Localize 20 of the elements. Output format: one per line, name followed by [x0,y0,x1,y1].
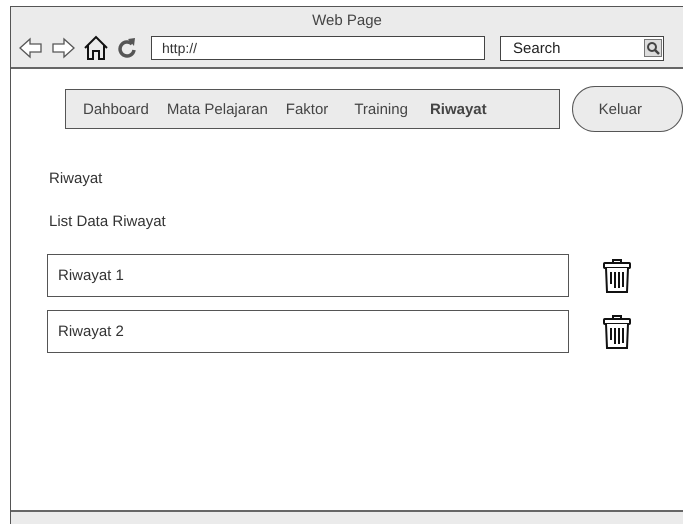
window-title: Web Page [311,11,383,31]
nav-link[interactable]: Riwayat [430,100,487,118]
nav-link[interactable]: Training [354,100,408,118]
home-icon[interactable] [83,35,109,61]
trash-icon[interactable] [602,314,632,350]
search-icon[interactable] [644,38,662,56]
forward-arrow-icon[interactable] [51,37,75,59]
list-item[interactable]: Riwayat 1 [47,254,569,297]
page-heading: Riwayat [49,170,104,187]
back-arrow-icon[interactable] [19,37,43,59]
logout-button[interactable]: Keluar [572,86,683,132]
nav-link[interactable]: Mata Pelajaran [166,100,268,118]
url-field[interactable]: http:// [151,36,485,60]
search-field[interactable]: Search [500,36,664,60]
reload-icon[interactable] [117,37,137,59]
list-title: List Data Riwayat [49,213,167,230]
nav-link[interactable]: Faktor [286,100,328,118]
nav-link[interactable]: Dahboard [83,100,149,118]
list-item[interactable]: Riwayat 2 [47,310,569,353]
trash-icon[interactable] [602,258,632,294]
